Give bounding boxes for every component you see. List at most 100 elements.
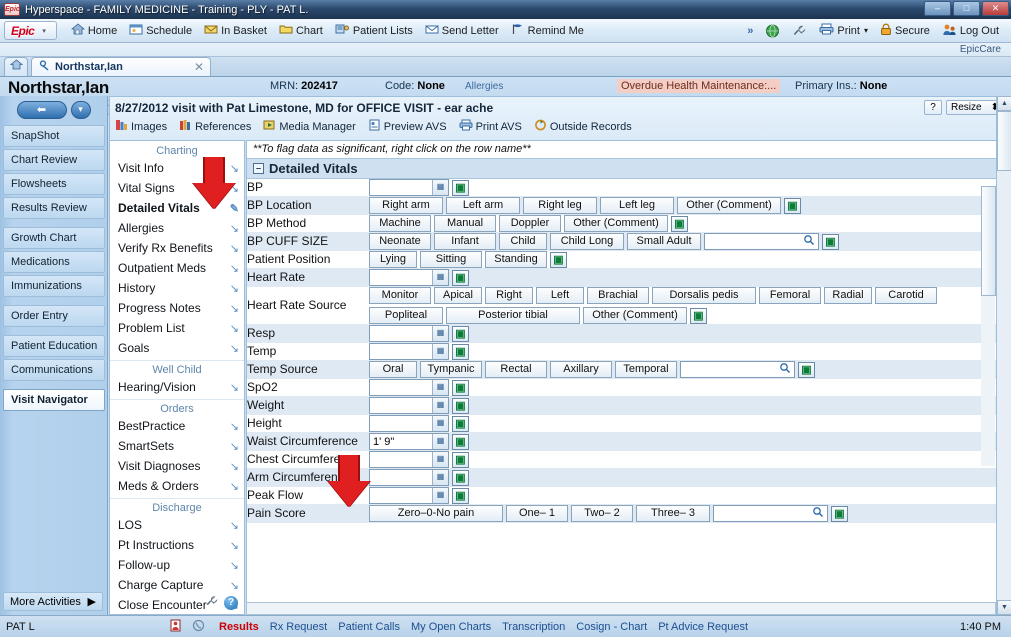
calculator-icon-resp[interactable]: ▦ (432, 326, 448, 341)
input-weight[interactable] (370, 398, 432, 413)
jump-arrow-icon[interactable]: ↘ (230, 381, 239, 394)
help-icon[interactable]: ? (224, 596, 238, 610)
option-temp-source-rectal[interactable]: Rectal (485, 361, 547, 378)
field-heart-rate[interactable]: ▦ (369, 269, 449, 286)
scroll-thumb[interactable] (997, 111, 1011, 171)
search-input-temp-source[interactable] (681, 362, 776, 377)
jump-arrow-icon[interactable]: ↘ (230, 480, 239, 493)
search-icon-bp-cuff-size[interactable] (800, 234, 818, 249)
row-comment-icon-heart-rate[interactable]: ▣ (452, 270, 469, 286)
navigator-link-goals[interactable]: Goals↘ (110, 338, 244, 358)
field-peak-flow[interactable]: ▦ (369, 487, 449, 504)
row-comment-icon-peak-flow[interactable]: ▣ (452, 488, 469, 504)
rail-item-visit-navigator[interactable]: Visit Navigator (3, 389, 105, 411)
navigator-link-outpatient-meds[interactable]: Outpatient Meds↘ (110, 258, 244, 278)
row-label-bp[interactable]: BP (247, 179, 369, 197)
field-weight[interactable]: ▦ (369, 397, 449, 414)
option-pain-score-three-3[interactable]: Three– 3 (636, 505, 710, 522)
action-images[interactable]: Images (115, 119, 167, 134)
back-button[interactable]: ⬅ (17, 101, 67, 119)
wrench-icon[interactable] (786, 20, 813, 42)
field-arm-circumference[interactable]: ▦ (369, 469, 449, 486)
option-heart-rate-source-other-comment[interactable]: Other (Comment) (583, 307, 687, 324)
navigator-link-follow-up[interactable]: Follow-up↘ (110, 555, 244, 575)
option-pain-score-two-2[interactable]: Two– 2 (571, 505, 633, 522)
row-label-bp-cuff-size[interactable]: BP CUFF SIZE (247, 233, 369, 251)
calculator-icon-bp[interactable]: ▦ (432, 180, 448, 195)
jump-arrow-icon[interactable]: ↘ (230, 579, 239, 592)
option-pain-score-zero-0-no-pain[interactable]: Zero–0-No pain (369, 505, 503, 522)
navigator-link-hearing-vision[interactable]: Hearing/Vision↘ (110, 377, 244, 397)
navigator-link-charge-capture[interactable]: Charge Capture↘ (110, 575, 244, 595)
action-references[interactable]: References (179, 119, 251, 134)
option-bp-cuff-size-infant[interactable]: Infant (434, 233, 496, 250)
row-comment-icon-height[interactable]: ▣ (452, 416, 469, 432)
status-link-rx-request[interactable]: Rx Request (270, 621, 327, 633)
option-heart-rate-source-brachial[interactable]: Brachial (587, 287, 649, 304)
option-heart-rate-source-monitor[interactable]: Monitor (369, 287, 431, 304)
calculator-icon-weight[interactable]: ▦ (432, 398, 448, 413)
toolbar-item-in-basket[interactable]: In Basket (198, 20, 273, 42)
option-heart-rate-source-popliteal[interactable]: Popliteal (369, 307, 443, 324)
rail-item-chart-review[interactable]: Chart Review (3, 149, 105, 171)
field-bp[interactable]: ▦ (369, 179, 449, 196)
option-pain-score-one-1[interactable]: One– 1 (506, 505, 568, 522)
calculator-icon-chest-circumference[interactable]: ▦ (432, 452, 448, 467)
wrench-icon[interactable] (205, 595, 219, 611)
search-input-bp-cuff-size[interactable] (705, 234, 800, 249)
input-height[interactable] (370, 416, 432, 431)
row-label-bp-method[interactable]: BP Method (247, 215, 369, 233)
rail-item-order-entry[interactable]: Order Entry (3, 305, 105, 327)
navigator-link-visit-diagnoses[interactable]: Visit Diagnoses↘ (110, 456, 244, 476)
option-patient-position-lying[interactable]: Lying (369, 251, 417, 268)
action-outside-records[interactable]: Outside Records (534, 119, 632, 134)
row-comment-icon-waist-circumference[interactable]: ▣ (452, 434, 469, 450)
status-link-patient-calls[interactable]: Patient Calls (338, 621, 400, 633)
navigator-link-verify-rx-benefits[interactable]: Verify Rx Benefits↘ (110, 238, 244, 258)
status-phone-icon[interactable] (192, 619, 205, 635)
row-comment-icon-temp-source[interactable]: ▣ (798, 362, 815, 378)
search-field-temp-source[interactable] (680, 361, 795, 378)
option-bp-method-manual[interactable]: Manual (434, 215, 496, 232)
field-resp[interactable]: ▦ (369, 325, 449, 342)
jump-arrow-icon[interactable]: ↘ (230, 440, 239, 453)
scroll-down-arrow[interactable]: ▼ (997, 600, 1011, 615)
option-heart-rate-source-right[interactable]: Right (485, 287, 533, 304)
calculator-icon-temp[interactable]: ▦ (432, 344, 448, 359)
option-bp-location-left-leg[interactable]: Left leg (600, 197, 674, 214)
jump-arrow-icon[interactable]: ↘ (230, 519, 239, 532)
navigator-link-pt-instructions[interactable]: Pt Instructions↘ (110, 535, 244, 555)
search-field-bp-cuff-size[interactable] (704, 233, 819, 250)
search-input-pain-score[interactable] (714, 506, 809, 521)
row-comment-icon-arm-circumference[interactable]: ▣ (452, 470, 469, 486)
navigator-link-problem-list[interactable]: Problem List↘ (110, 318, 244, 338)
status-link-results[interactable]: Results (219, 621, 259, 633)
scroll-up-arrow[interactable]: ▲ (997, 96, 1011, 111)
row-comment-icon-bp[interactable]: ▣ (452, 180, 469, 196)
option-bp-method-other-comment[interactable]: Other (Comment) (564, 215, 668, 232)
globe-icon[interactable] (759, 20, 786, 42)
status-link-transcription[interactable]: Transcription (502, 621, 565, 633)
input-waist-circumference[interactable] (370, 434, 432, 449)
navigator-link-los[interactable]: LOS↘ (110, 515, 244, 535)
calculator-icon-arm-circumference[interactable]: ▦ (432, 470, 448, 485)
row-comment-icon-heart-rate-source[interactable]: ▣ (690, 308, 707, 324)
window-vertical-scrollbar[interactable]: ▲ ▼ (996, 96, 1011, 615)
jump-arrow-icon[interactable]: ↘ (230, 460, 239, 473)
row-label-weight[interactable]: Weight (247, 397, 369, 415)
toolbar-item-patient-lists[interactable]: Patient Lists (329, 20, 419, 42)
flowsheet-scroll-thumb[interactable] (981, 186, 996, 296)
navigator-link-progress-notes[interactable]: Progress Notes↘ (110, 298, 244, 318)
jump-arrow-icon[interactable]: ↘ (230, 262, 239, 275)
search-icon-pain-score[interactable] (809, 506, 827, 521)
row-label-resp[interactable]: Resp (247, 325, 369, 343)
calculator-icon-peak-flow[interactable]: ▦ (432, 488, 448, 503)
toolbar-item-log-out[interactable]: Log Out (936, 20, 1005, 42)
row-label-waist-circumference[interactable]: Waist Circumference (247, 433, 369, 451)
row-label-heart-rate[interactable]: Heart Rate (247, 269, 369, 287)
jump-arrow-icon[interactable]: ↘ (230, 539, 239, 552)
toolbar-item-remind-me[interactable]: Remind Me (505, 20, 590, 42)
row-label-temp[interactable]: Temp (247, 343, 369, 361)
status-link-my-open-charts[interactable]: My Open Charts (411, 621, 491, 633)
option-bp-location-left-arm[interactable]: Left arm (446, 197, 520, 214)
